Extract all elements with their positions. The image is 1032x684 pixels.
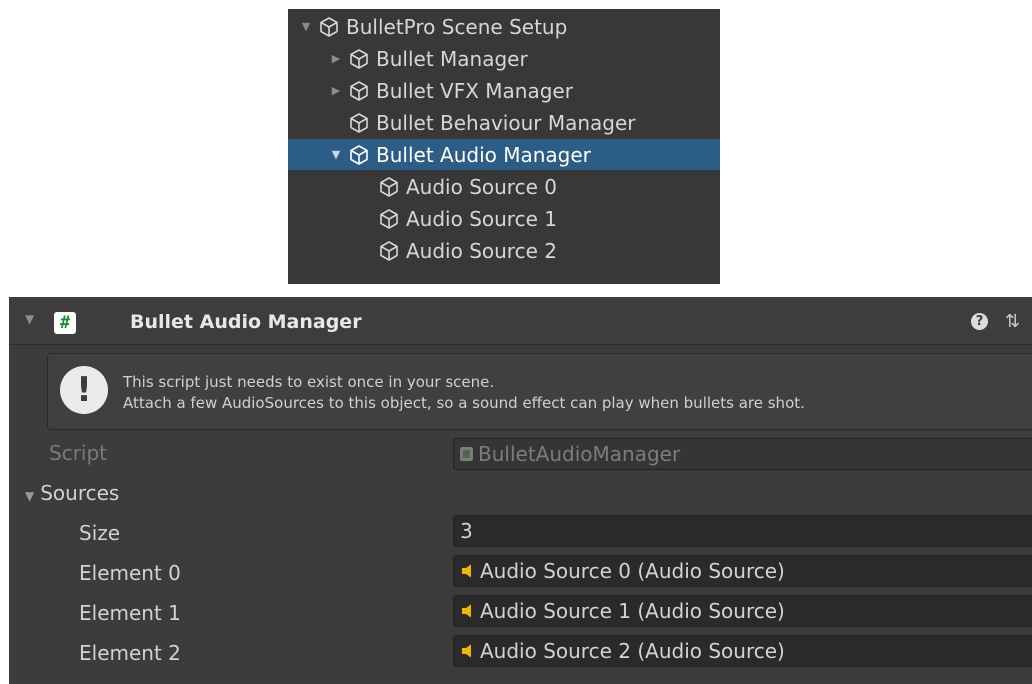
script-asset-icon	[460, 447, 473, 461]
hierarchy-item-bullet-manager[interactable]: ▶ Bullet Manager	[288, 43, 720, 74]
hierarchy-item-audio-source-1[interactable]: Audio Source 1	[288, 203, 720, 234]
script-field-value: BulletAudioManager	[478, 442, 681, 466]
foldout-arrow-icon[interactable]: ▼	[25, 489, 34, 503]
gameobject-cube-icon	[348, 80, 370, 102]
size-label: Size	[79, 521, 121, 545]
gameobject-cube-icon	[348, 144, 370, 166]
hierarchy-panel: ▼ BulletPro Scene Setup ▶ Bullet Manager…	[288, 9, 720, 284]
helpbox-line-1: This script just needs to exist once in …	[123, 373, 495, 391]
gameobject-cube-icon	[378, 240, 400, 262]
presets-icon[interactable]: ⇅	[1005, 311, 1020, 332]
hierarchy-item-label: BulletPro Scene Setup	[346, 14, 568, 39]
hierarchy-item-audio-source-0[interactable]: Audio Source 0	[288, 171, 720, 202]
inspector-panel: ▼ # Bullet Audio Manager ? ⇅ ! This scri…	[9, 297, 1032, 684]
hierarchy-item-bullet-vfx-manager[interactable]: ▶ Bullet VFX Manager	[288, 75, 720, 106]
hierarchy-item-bullet-behaviour-manager[interactable]: Bullet Behaviour Manager	[288, 107, 720, 138]
element-1-value: Audio Source 1 (Audio Source)	[480, 599, 785, 623]
hierarchy-item-label: Bullet VFX Manager	[376, 78, 573, 103]
element-1-label: Element 1	[79, 601, 181, 625]
expand-arrow-icon[interactable]: ▶	[330, 52, 342, 65]
audio-source-icon	[460, 643, 476, 659]
hierarchy-item-audio-source-2[interactable]: Audio Source 2	[288, 235, 720, 266]
expand-arrow-icon[interactable]: ▼	[330, 148, 342, 161]
gameobject-cube-icon	[348, 112, 370, 134]
audio-source-icon	[460, 603, 476, 619]
hierarchy-item-label: Bullet Behaviour Manager	[376, 110, 636, 135]
component-title: Bullet Audio Manager	[130, 311, 362, 333]
helpbox-line-2: Attach a few AudioSources to this object…	[123, 394, 805, 412]
gameobject-cube-icon	[348, 48, 370, 70]
element-0-label: Element 0	[79, 561, 181, 585]
sources-foldout[interactable]: ▼ Sources	[25, 481, 119, 505]
hierarchy-item-label: Audio Source 2	[406, 238, 557, 263]
element-0-object-field[interactable]: Audio Source 0 (Audio Source)	[453, 555, 1032, 587]
element-0-value: Audio Source 0 (Audio Source)	[480, 559, 785, 583]
csharp-script-icon: #	[54, 312, 76, 334]
expand-arrow-icon[interactable]: ▶	[330, 84, 342, 97]
help-icon[interactable]: ?	[971, 313, 988, 330]
gameobject-cube-icon	[378, 208, 400, 230]
hierarchy-item-bulletpro-scene-setup[interactable]: ▼ BulletPro Scene Setup	[288, 11, 720, 42]
script-field: BulletAudioManager	[453, 438, 1032, 470]
gameobject-cube-icon	[318, 16, 340, 38]
element-1-object-field[interactable]: Audio Source 1 (Audio Source)	[453, 595, 1032, 627]
sources-label: Sources	[40, 481, 120, 505]
size-input[interactable]: 3	[453, 515, 1032, 547]
info-helpbox: ! This script just needs to exist once i…	[47, 353, 1032, 430]
component-header[interactable]: ▼ # Bullet Audio Manager ? ⇅	[9, 297, 1032, 345]
component-fold-arrow-icon[interactable]: ▼	[25, 312, 34, 326]
hierarchy-item-label: Bullet Audio Manager	[376, 142, 591, 167]
element-2-object-field[interactable]: Audio Source 2 (Audio Source)	[453, 635, 1032, 667]
element-2-label: Element 2	[79, 641, 181, 665]
audio-source-icon	[460, 563, 476, 579]
gameobject-cube-icon	[378, 176, 400, 198]
hierarchy-item-bullet-audio-manager[interactable]: ▼ Bullet Audio Manager	[288, 139, 720, 170]
hierarchy-item-label: Audio Source 1	[406, 206, 557, 231]
expand-arrow-icon[interactable]: ▼	[300, 20, 312, 33]
hierarchy-item-label: Bullet Manager	[376, 46, 528, 71]
script-label: Script	[49, 441, 108, 465]
element-2-value: Audio Source 2 (Audio Source)	[480, 639, 785, 663]
warning-icon: !	[60, 366, 108, 414]
hierarchy-item-label: Audio Source 0	[406, 174, 557, 199]
size-input-value: 3	[460, 519, 473, 543]
